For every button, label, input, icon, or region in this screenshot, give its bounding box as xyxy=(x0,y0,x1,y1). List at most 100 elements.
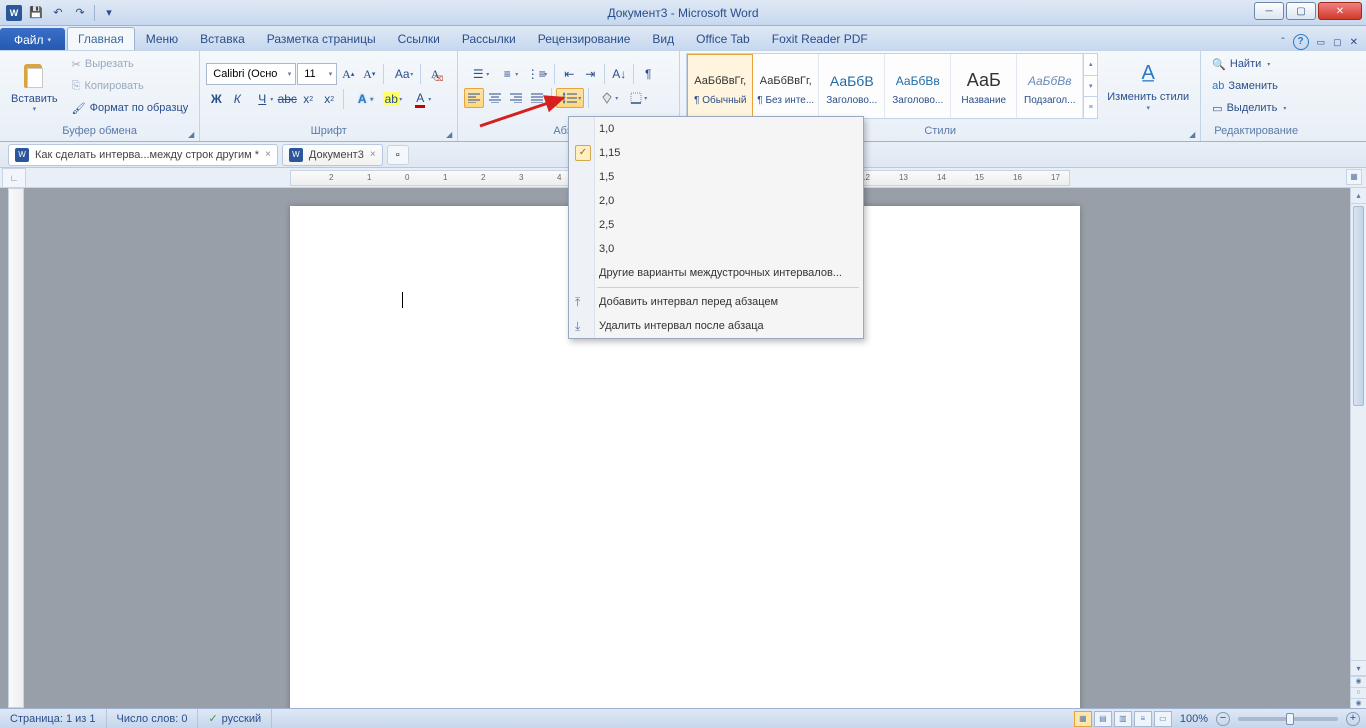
line-spacing-1-5[interactable]: 1,5 xyxy=(569,165,863,189)
multilevel-list-button[interactable]: ⋮≡ xyxy=(522,64,550,84)
sort-button[interactable]: A↓ xyxy=(609,64,629,84)
vertical-scrollbar[interactable]: ▴ ▾ ◉ ○ ◉ xyxy=(1350,188,1366,708)
view-full-screen[interactable]: ▤ xyxy=(1094,711,1112,727)
underline-button[interactable]: Ч xyxy=(248,89,276,109)
font-size-combo[interactable]: ▾ xyxy=(297,63,337,85)
zoom-slider-thumb[interactable] xyxy=(1286,713,1294,725)
styles-gallery-scroll[interactable]: ▴▾≡ xyxy=(1083,54,1097,118)
ribbon-min-icon[interactable]: ▭ xyxy=(1317,37,1326,48)
new-doc-tab-button[interactable]: ▫ xyxy=(387,145,409,165)
qat-redo-button[interactable]: ↷ xyxy=(70,3,90,23)
subscript-button[interactable]: x2 xyxy=(298,89,318,109)
tab-foxit[interactable]: Foxit Reader PDF xyxy=(761,27,879,50)
tab-mailings[interactable]: Рассылки xyxy=(451,27,527,50)
zoom-slider[interactable] xyxy=(1238,717,1338,721)
line-spacing-1-0[interactable]: 1,0 xyxy=(569,117,863,141)
select-button[interactable]: ▭Выделить▾ xyxy=(1207,98,1291,118)
status-word-count[interactable]: Число слов: 0 xyxy=(107,709,199,728)
clear-formatting-button[interactable]: A⌫ xyxy=(425,64,445,84)
tab-office-tab[interactable]: Office Tab xyxy=(685,27,761,50)
prev-page-button[interactable]: ◉ xyxy=(1351,676,1366,687)
tab-view[interactable]: Вид xyxy=(641,27,685,50)
format-painter-button[interactable]: 🖌Формат по образцу xyxy=(67,98,194,118)
copy-button[interactable]: ⎘Копировать xyxy=(67,76,194,96)
doc-tab-2[interactable]: W Документ3 × xyxy=(282,144,383,166)
bullets-button[interactable]: ☰ xyxy=(464,64,492,84)
doc-tab-1[interactable]: W Как сделать интерва...между строк друг… xyxy=(8,144,278,166)
vertical-ruler[interactable] xyxy=(8,188,24,708)
font-dialog-launcher[interactable]: ◢ xyxy=(443,128,455,140)
text-effects-button[interactable]: A xyxy=(348,89,376,109)
change-case-button[interactable]: Aa xyxy=(388,64,416,84)
minimize-button[interactable]: ─ xyxy=(1254,2,1284,20)
scroll-down-button[interactable]: ▾ xyxy=(1351,660,1366,676)
font-color-button[interactable]: A xyxy=(406,89,434,109)
clipboard-dialog-launcher[interactable]: ◢ xyxy=(185,128,197,140)
status-page[interactable]: Страница: 1 из 1 xyxy=(0,709,107,728)
line-spacing-2-5[interactable]: 2,5 xyxy=(569,213,863,237)
strikethrough-button[interactable]: abc xyxy=(277,89,297,109)
styles-dialog-launcher[interactable]: ◢ xyxy=(1186,128,1198,140)
style-heading1[interactable]: АаБбВЗаголово... xyxy=(819,54,885,118)
ribbon-window-icon[interactable]: ▢ xyxy=(1333,37,1342,48)
view-print-layout[interactable]: ▦ xyxy=(1074,711,1092,727)
style-no-spacing[interactable]: АаБбВвГг,¶ Без инте... xyxy=(753,54,819,118)
view-outline[interactable]: ≡ xyxy=(1134,711,1152,727)
doc-tab-2-close[interactable]: × xyxy=(370,149,376,160)
style-subtitle[interactable]: АаБбВвПодзагол... xyxy=(1017,54,1083,118)
tab-insert[interactable]: Вставка xyxy=(189,27,256,50)
qat-undo-button[interactable]: ↶ xyxy=(48,3,68,23)
increase-indent-button[interactable]: ⇥ xyxy=(580,64,600,84)
bold-button[interactable]: Ж xyxy=(206,89,226,109)
tab-selector[interactable]: ∟ xyxy=(2,168,26,188)
view-web-layout[interactable]: ▥ xyxy=(1114,711,1132,727)
style-normal[interactable]: АаБбВвГг,¶ Обычный xyxy=(687,54,753,118)
qat-customize-button[interactable]: ▾ xyxy=(99,3,119,23)
grow-font-button[interactable]: A▴ xyxy=(338,64,358,84)
zoom-out-button[interactable]: − xyxy=(1216,712,1230,726)
align-left-button[interactable] xyxy=(464,88,484,108)
tab-menu[interactable]: Меню xyxy=(135,27,189,50)
show-marks-button[interactable]: ¶ xyxy=(638,64,658,84)
paste-button[interactable]: Вставить ▾ xyxy=(6,53,63,119)
font-name-input[interactable] xyxy=(211,67,285,81)
doc-tab-1-close[interactable]: × xyxy=(265,149,271,160)
shrink-font-button[interactable]: A▾ xyxy=(359,64,379,84)
font-size-input[interactable] xyxy=(302,67,326,81)
tab-review[interactable]: Рецензирование xyxy=(527,27,642,50)
ruler-toggle-button[interactable]: ▦ xyxy=(1346,169,1362,185)
superscript-button[interactable]: x2 xyxy=(319,89,339,109)
styles-gallery[interactable]: АаБбВвГг,¶ Обычный АаБбВвГг,¶ Без инте..… xyxy=(686,53,1098,119)
cut-button[interactable]: ✂Вырезать xyxy=(67,54,194,74)
next-page-button[interactable]: ◉ xyxy=(1351,698,1366,708)
style-heading2[interactable]: АаБбВвЗаголово... xyxy=(885,54,951,118)
close-button[interactable]: ✕ xyxy=(1318,2,1362,20)
file-tab[interactable]: Файл xyxy=(0,28,65,51)
italic-button[interactable]: К xyxy=(227,89,247,109)
highlight-button[interactable]: ab xyxy=(377,89,405,109)
minimize-ribbon-button[interactable]: ˆ xyxy=(1281,37,1284,48)
shading-button[interactable] xyxy=(593,88,621,108)
change-styles-button[interactable]: A̲ Изменить стили▾ xyxy=(1102,53,1194,119)
decrease-indent-button[interactable]: ⇤ xyxy=(559,64,579,84)
line-spacing-1-15[interactable]: ✓1,15 xyxy=(569,141,863,165)
justify-button[interactable] xyxy=(527,88,547,108)
replace-button[interactable]: abЗаменить xyxy=(1207,76,1291,96)
add-space-before[interactable]: ⤒Добавить интервал перед абзацем xyxy=(569,290,863,314)
zoom-in-button[interactable]: + xyxy=(1346,712,1360,726)
align-center-button[interactable] xyxy=(485,88,505,108)
line-spacing-button[interactable] xyxy=(556,88,584,108)
status-language[interactable]: ✓русский xyxy=(198,709,272,728)
view-draft[interactable]: ▭ xyxy=(1154,711,1172,727)
align-right-button[interactable] xyxy=(506,88,526,108)
font-name-combo[interactable]: ▾ xyxy=(206,63,296,85)
ribbon-close-icon[interactable]: ✕ xyxy=(1350,37,1358,48)
tab-home[interactable]: Главная xyxy=(67,27,135,50)
tab-references[interactable]: Ссылки xyxy=(387,27,451,50)
scroll-up-button[interactable]: ▴ xyxy=(1351,188,1366,204)
find-button[interactable]: 🔍Найти▾ xyxy=(1207,54,1291,74)
line-spacing-options[interactable]: Другие варианты междустрочных интервалов… xyxy=(569,261,863,285)
numbering-button[interactable]: ≡ xyxy=(493,64,521,84)
help-button[interactable]: ? xyxy=(1293,34,1309,50)
qat-save-button[interactable]: 💾 xyxy=(26,3,46,23)
